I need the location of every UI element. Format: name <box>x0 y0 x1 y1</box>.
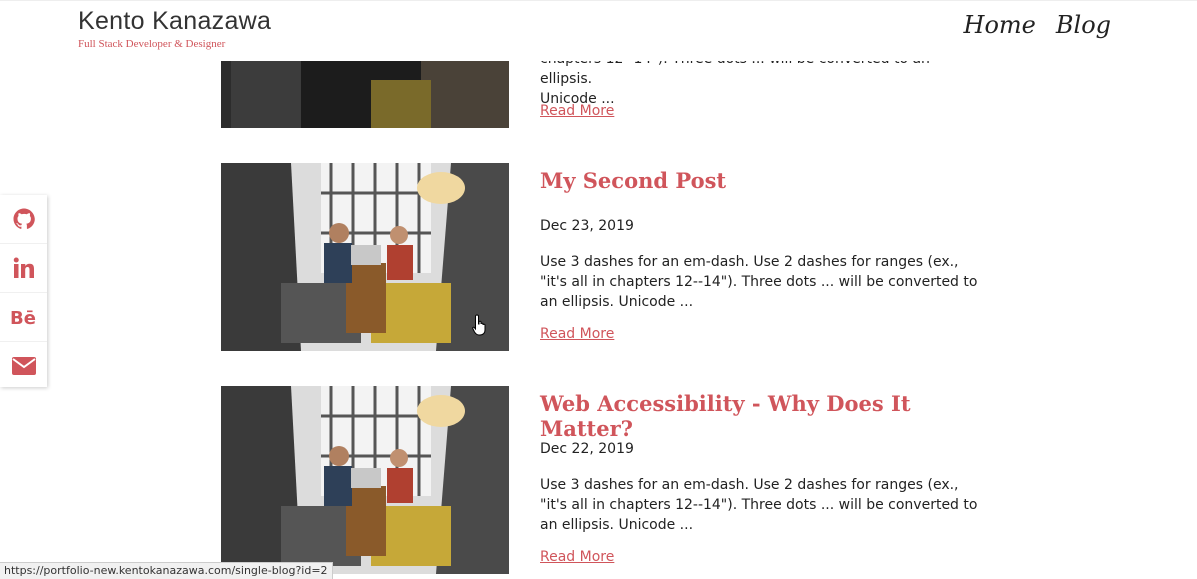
social-sidebar: Bē <box>0 195 47 387</box>
site-header: Kento Kanazawa Full Stack Developer & De… <box>0 0 1197 61</box>
linkedin-icon <box>13 257 34 278</box>
hand-cursor-icon <box>472 314 486 336</box>
nav-blog[interactable]: Blog <box>1056 11 1111 39</box>
behance-icon: Bē <box>10 308 36 327</box>
office-photo <box>221 163 509 351</box>
read-more-link[interactable]: Read More <box>540 326 614 342</box>
post-thumbnail[interactable] <box>221 386 509 574</box>
post-content: Web Accessibility - Why Does It Matter? … <box>540 386 990 565</box>
linkedin-link[interactable] <box>0 244 47 293</box>
email-link[interactable] <box>0 342 47 390</box>
post-excerpt: Use 3 dashes for an em-dash. Use 2 dashe… <box>540 254 978 310</box>
behance-link[interactable]: Bē <box>0 293 47 342</box>
post-date: Dec 23, 2019 <box>540 218 634 234</box>
post-thumbnail[interactable] <box>221 163 509 351</box>
office-photo <box>221 386 509 574</box>
github-link[interactable] <box>0 195 47 244</box>
read-more-link[interactable]: Read More <box>540 549 614 565</box>
main-nav: Home Blog <box>964 11 1111 39</box>
email-icon <box>11 357 36 375</box>
brand-name[interactable]: Kento Kanazawa <box>78 7 271 36</box>
post-title[interactable]: Web Accessibility - Why Does It Matter? <box>540 391 990 441</box>
post-title[interactable]: My Second Post <box>540 168 990 193</box>
github-icon <box>13 208 35 229</box>
read-more-link[interactable]: Read More <box>540 103 614 119</box>
browser-status-url: https://portfolio-new.kentokanazawa.com/… <box>0 562 333 579</box>
svg-text:Bē: Bē <box>10 308 36 327</box>
post-content: My Second Post Dec 23, 2019 Use 3 dashes… <box>540 163 990 342</box>
post-excerpt: Use 3 dashes for an em-dash. Use 2 dashe… <box>540 477 978 533</box>
nav-home[interactable]: Home <box>964 11 1036 39</box>
brand-subtitle: Full Stack Developer & Designer <box>78 38 226 50</box>
post-date: Dec 22, 2019 <box>540 441 634 457</box>
